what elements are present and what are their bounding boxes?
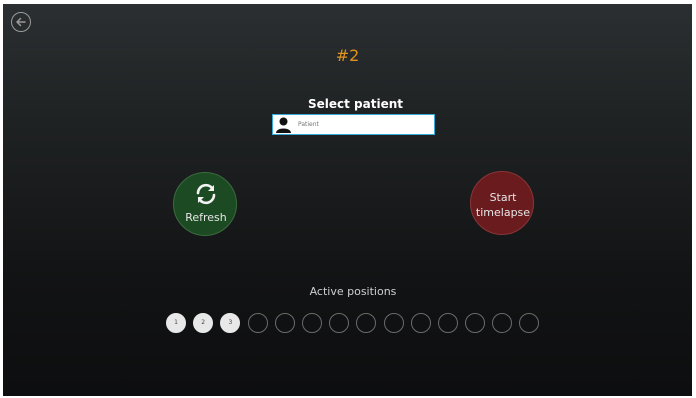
refresh-button[interactable]: Refresh (173, 172, 237, 236)
refresh-label: Refresh (185, 211, 227, 224)
select-patient-label: Select patient (307, 97, 403, 111)
position-1-toggle[interactable]: 1 (166, 313, 186, 333)
refresh-icon (196, 183, 216, 205)
app-screen: #2 Select patient Refresh Start timelaps… (3, 4, 692, 396)
active-positions-label: Active positions (309, 285, 397, 298)
patient-field[interactable] (272, 114, 435, 135)
start-timelapse-label: Start timelapse (471, 190, 535, 220)
start-label-line1: Start (489, 191, 517, 204)
position-2-toggle[interactable]: 2 (193, 313, 214, 333)
position-14-toggle[interactable] (519, 313, 540, 333)
position-4-toggle[interactable] (247, 313, 268, 333)
start-label-line2: timelapse (475, 206, 531, 219)
position-7-toggle[interactable] (329, 313, 350, 333)
start-timelapse-button[interactable]: Start timelapse (470, 171, 534, 235)
back-button[interactable] (11, 12, 31, 32)
position-10-toggle[interactable] (410, 313, 431, 333)
position-9-toggle[interactable] (383, 313, 404, 333)
position-selector: 123 (166, 313, 540, 333)
arrow-left-icon (16, 17, 26, 27)
position-13-toggle[interactable] (492, 313, 513, 333)
position-8-toggle[interactable] (356, 313, 377, 333)
page-title: #2 (335, 46, 360, 65)
position-5-toggle[interactable] (274, 313, 295, 333)
position-11-toggle[interactable] (437, 313, 458, 333)
position-3-toggle[interactable]: 3 (220, 313, 241, 333)
position-6-toggle[interactable] (301, 313, 322, 333)
position-12-toggle[interactable] (465, 313, 486, 333)
person-icon (276, 117, 291, 133)
patient-input[interactable] (298, 117, 428, 131)
